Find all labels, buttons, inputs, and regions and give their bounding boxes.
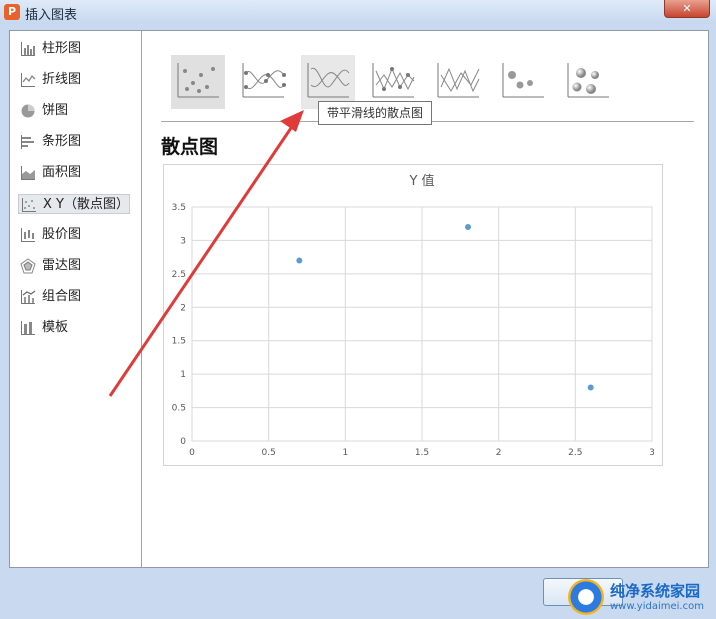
close-button[interactable]: ✕ [664,0,710,18]
sidebar-item-label: 雷达图 [42,258,82,273]
sidebar-item-stock[interactable]: 股价图 [18,225,130,245]
y-tick-label: 0 [180,437,186,447]
scatter-chart-icon [22,198,36,212]
radar-chart-icon [20,258,36,274]
bar-chart-icon [21,135,34,149]
sidebar-item-label: 柱形图 [42,41,82,56]
scatter-markers-icon [177,63,219,98]
sidebar-item-label: 折线图 [42,72,82,87]
sidebar-item-template[interactable]: 模板 [18,318,130,338]
bubble-3d-icon [567,63,609,98]
x-tick-label: 3 [649,448,655,458]
subtype-tooltip: 带平滑线的散点图 [318,101,433,125]
chart-type-sidebar: 柱形图 折线图 饼图 条形图 面积图 X Y（散点图） 股价图 雷达图 组合图 … [10,31,142,567]
subtype-scatter-markers[interactable] [171,55,225,109]
watermark: 纯净系统家园 www.yidaimei.com [562,575,716,619]
sidebar-item-xy-scatter[interactable]: X Y（散点图） [18,194,130,214]
y-tick-label: 0.5 [172,404,186,414]
sidebar-item-label: 组合图 [42,289,82,304]
y-tick-label: 2 [180,303,186,313]
y-tick-label: 2.5 [172,270,186,280]
subtype-scatter-smooth-lines-markers[interactable] [236,55,290,109]
combo-chart-icon [21,290,36,304]
scatter-straight-lines-icon [437,63,480,98]
data-point [465,224,471,231]
watermark-logo-icon [568,579,604,615]
chart-title: Y 值 [408,173,434,189]
x-tick-label: 2 [496,448,502,458]
data-point [587,384,594,391]
data-point [296,257,303,264]
scatter-smooth-lines-markers-icon [242,63,286,98]
chart-preview: Y 值 0 0.5 1 1.5 2 2.5 3 3.5 0 0.5 1 1.5 2 2.5 3 [163,164,663,466]
x-tick-label: 2.5 [568,448,582,458]
subtype-bubble-3d[interactable] [561,55,615,109]
scatter-chart: Y 值 0 0.5 1 1.5 2 2.5 3 3.5 0 0.5 1 1.5 2 2.5 3 [172,173,655,458]
x-tick-label: 0 [189,448,195,458]
sidebar-item-label: 模板 [42,320,69,335]
x-tick-label: 0.5 [262,448,276,458]
subtype-scatter-straight-lines[interactable] [431,55,485,109]
sidebar-item-label: X Y（散点图） [43,197,129,212]
title-bar: P 插入图表 ✕ [0,0,716,24]
section-title: 散点图 [161,136,219,158]
chart-preview-panel: 带平滑线的散点图 散点图 Y 值 0 0.5 1 1.5 2 2.5 3 3.5 0 0.5 1 1.5… [143,31,708,567]
sidebar-item-label: 面积图 [42,165,82,180]
area-chart-icon [21,166,35,180]
template-icon [21,321,35,335]
sidebar-item-area[interactable]: 面积图 [18,163,130,183]
column-chart-icon [21,42,35,56]
y-tick-label: 3.5 [172,203,186,213]
bubble-icon [502,63,544,98]
x-tick-label: 1.5 [415,448,429,458]
y-tick-label: 1.5 [172,337,186,347]
scatter-smooth-lines-icon [307,63,350,98]
sidebar-item-bar[interactable]: 条形图 [18,132,130,152]
stock-chart-icon [21,228,35,242]
line-chart-icon [21,73,36,87]
scatter-straight-lines-markers-icon [372,63,415,98]
sidebar-item-label: 条形图 [42,134,82,149]
sidebar-item-combo[interactable]: 组合图 [18,287,130,307]
window-title: 插入图表 [25,8,78,23]
y-tick-label: 3 [180,236,186,246]
sidebar-item-label: 饼图 [42,103,69,118]
x-tick-label: 1 [342,448,348,458]
sidebar-item-pie[interactable]: 饼图 [18,101,130,121]
sidebar-item-line[interactable]: 折线图 [18,70,130,90]
sidebar-item-column[interactable]: 柱形图 [18,39,130,59]
sidebar-item-radar[interactable]: 雷达图 [18,256,130,276]
insert-chart-dialog: 柱形图 折线图 饼图 条形图 面积图 X Y（散点图） 股价图 雷达图 组合图 … [9,30,709,568]
watermark-title: 纯净系统家园 [610,582,701,600]
subtype-bubble[interactable] [496,55,550,109]
pie-chart-icon [21,104,35,118]
watermark-url: www.yidaimei.com [610,601,704,612]
y-tick-label: 1 [180,370,186,380]
app-logo-icon: P [4,4,20,20]
sidebar-item-label: 股价图 [42,227,82,242]
